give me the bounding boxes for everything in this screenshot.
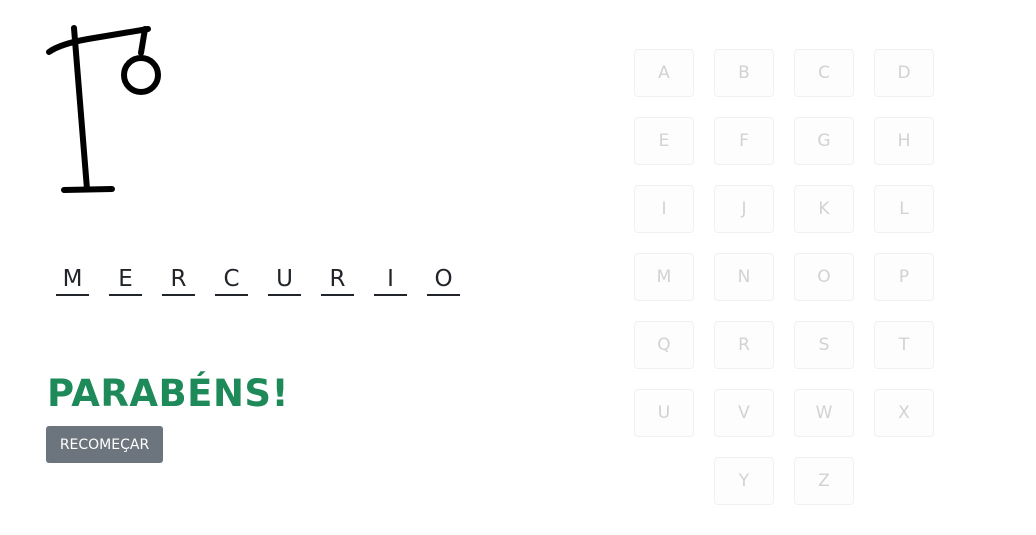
key-r[interactable]: R [714,321,774,369]
key-j[interactable]: J [714,185,774,233]
restart-button[interactable]: RECOMEÇAR [46,426,163,463]
word-letter: R [329,266,346,292]
word-letter: I [387,266,394,292]
word-letter-slot: C [215,262,248,296]
word-letter: M [62,266,83,292]
word-letter: C [223,266,240,292]
key-g[interactable]: G [794,117,854,165]
result-message: PARABÉNS! [47,372,289,415]
key-s[interactable]: S [794,321,854,369]
key-i[interactable]: I [634,185,694,233]
word-letter: U [276,266,293,292]
key-n[interactable]: N [714,253,774,301]
word-letter-slot: M [56,262,89,296]
word-letter-slot: O [427,262,460,296]
key-z[interactable]: Z [794,457,854,505]
key-p[interactable]: P [874,253,934,301]
key-m[interactable]: M [634,253,694,301]
word-letter-slot: R [321,262,354,296]
word-letter: O [434,266,453,292]
keyboard-spacer [634,457,694,505]
key-u[interactable]: U [634,389,694,437]
word-letter-slot: E [109,262,142,296]
word-display: M E R C U R I O [56,262,460,296]
word-letter-slot: I [374,262,407,296]
key-y[interactable]: Y [714,457,774,505]
gallows-icon [46,25,161,193]
word-letter: R [170,266,187,292]
word-letter-slot: R [162,262,195,296]
key-c[interactable]: C [794,49,854,97]
key-q[interactable]: Q [634,321,694,369]
letter-keyboard: A B C D E F G H I J K L M N O P Q R S T … [634,49,934,505]
word-letter: E [118,266,133,292]
key-k[interactable]: K [794,185,854,233]
key-w[interactable]: W [794,389,854,437]
key-d[interactable]: D [874,49,934,97]
key-e[interactable]: E [634,117,694,165]
word-letter-slot: U [268,262,301,296]
key-h[interactable]: H [874,117,934,165]
key-o[interactable]: O [794,253,854,301]
key-v[interactable]: V [714,389,774,437]
key-f[interactable]: F [714,117,774,165]
key-a[interactable]: A [634,49,694,97]
key-b[interactable]: B [714,49,774,97]
gallows-drawing [40,18,170,202]
key-l[interactable]: L [874,185,934,233]
key-x[interactable]: X [874,389,934,437]
key-t[interactable]: T [874,321,934,369]
